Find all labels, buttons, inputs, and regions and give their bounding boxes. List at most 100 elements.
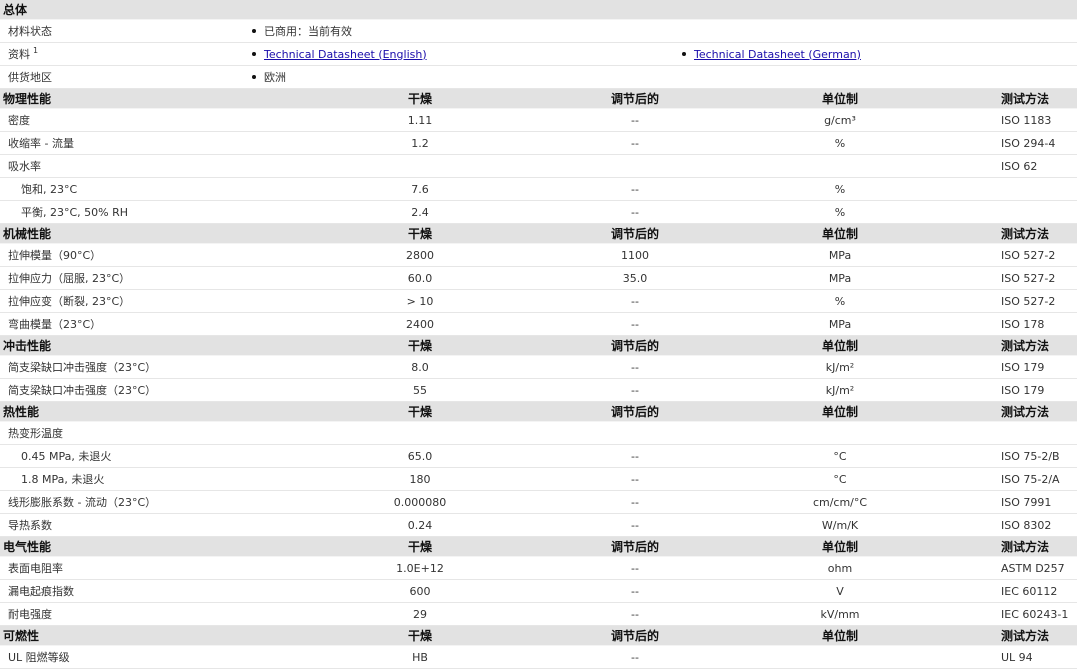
section-header-row: 热性能 干燥 调节后的 单位制 测试方法 <box>0 401 1077 422</box>
conditioned-value: -- <box>590 467 680 491</box>
property-name: 吸水率 <box>0 154 250 178</box>
dry-value: 55 <box>250 378 590 402</box>
test-method: ISO 294-4 <box>1000 131 1077 155</box>
test-method: ASTM D257 <box>1000 556 1077 580</box>
docs-label-cell: 资料 1 <box>0 42 250 66</box>
section-header-row: 电气性能 干燥 调节后的 单位制 测试方法 <box>0 536 1077 557</box>
property-row: 拉伸应变（断裂, 23°C） > 10 --% ISO 527-2 <box>0 289 1077 313</box>
conditioned-value <box>590 154 680 178</box>
conditioned-value: -- <box>590 200 680 224</box>
property-name: 导热系数 <box>0 513 250 537</box>
column-header-dry: 干燥 <box>250 223 590 244</box>
test-method: IEC 60112 <box>1000 579 1077 603</box>
doc-de-cell: Technical Datasheet (German) <box>680 42 1077 66</box>
property-name: 耐电强度 <box>0 602 250 626</box>
column-header-method: 测试方法 <box>1000 401 1077 422</box>
general-header-row: 总体 <box>0 0 1077 20</box>
test-method: ISO 1183 <box>1000 108 1077 132</box>
docs-footnote: 1 <box>33 46 39 56</box>
datasheet-table: 总体 材料状态 已商用：当前有效 资料 1 Technical Datasheet… <box>0 0 1077 669</box>
unit-value: % <box>680 289 1000 313</box>
section-title: 机械性能 <box>0 223 250 244</box>
section-header-row: 机械性能 干燥 调节后的 单位制 测试方法 <box>0 223 1077 244</box>
section-header-row: 物理性能 干燥 调节后的 单位制 测试方法 <box>0 88 1077 109</box>
conditioned-value: -- <box>590 513 680 537</box>
column-header-conditioned: 调节后的 <box>590 88 680 109</box>
dry-value: 2800 <box>250 243 590 267</box>
section-header-row: 可燃性 干燥 调节后的 单位制 测试方法 <box>0 625 1077 646</box>
property-row: 收缩率 - 流量 1.2 --% ISO 294-4 <box>0 131 1077 155</box>
column-header-dry: 干燥 <box>250 536 590 557</box>
property-row: 表面电阻率 1.0E+12 -- ohm ASTM D257 <box>0 556 1077 580</box>
unit-value: kJ/m² <box>680 355 1000 379</box>
docs-label: 资料 <box>8 48 30 61</box>
section-header-row: 冲击性能 干燥 调节后的 单位制 测试方法 <box>0 335 1077 356</box>
column-header-conditioned: 调节后的 <box>590 223 680 244</box>
conditioned-value: -- <box>590 177 680 201</box>
dry-value: 2.4 <box>250 200 590 224</box>
property-name: 拉伸应变（断裂, 23°C） <box>0 289 250 313</box>
property-row: 简支梁缺口冲击强度（23°C） 55 -- kJ/m² ISO 179 <box>0 378 1077 402</box>
test-method: ISO 178 <box>1000 312 1077 336</box>
property-row: 漏电起痕指数 600 -- V IEC 60112 <box>0 579 1077 603</box>
dry-value: 65.0 <box>250 444 590 468</box>
dry-value: 0.24 <box>250 513 590 537</box>
property-name: 线形膨胀系数 - 流动（23°C） <box>0 490 250 514</box>
region-label: 供货地区 <box>0 65 250 89</box>
conditioned-value <box>590 421 680 445</box>
property-name: 表面电阻率 <box>0 556 250 580</box>
column-header-unit: 单位制 <box>680 536 1000 557</box>
test-method: IEC 60243-1 <box>1000 602 1077 626</box>
column-header-conditioned: 调节后的 <box>590 401 680 422</box>
conditioned-value: -- <box>590 289 680 313</box>
test-method: ISO 527-2 <box>1000 289 1077 313</box>
section-title: 物理性能 <box>0 88 250 109</box>
section-title: 可燃性 <box>0 625 250 646</box>
dry-value: 60.0 <box>250 266 590 290</box>
dry-value: HB <box>250 645 590 669</box>
property-name: 拉伸应力（屈服, 23°C） <box>0 266 250 290</box>
dry-value: 8.0 <box>250 355 590 379</box>
column-header-method: 测试方法 <box>1000 536 1077 557</box>
property-row: UL 阻燃等级 HB -- UL 94 <box>0 645 1077 669</box>
conditioned-value: -- <box>590 131 680 155</box>
property-name: 弯曲模量（23°C） <box>0 312 250 336</box>
unit-value <box>680 645 1000 669</box>
column-header-dry: 干燥 <box>250 335 590 356</box>
unit-value: MPa <box>680 312 1000 336</box>
general-section-title: 总体 <box>0 0 1077 20</box>
column-header-conditioned: 调节后的 <box>590 335 680 356</box>
datasheet-german-link[interactable]: Technical Datasheet (German) <box>694 48 861 61</box>
test-method: ISO 527-2 <box>1000 243 1077 267</box>
dry-value: 0.000080 <box>250 490 590 514</box>
conditioned-value: 35.0 <box>590 266 680 290</box>
status-value: 已商用：当前有效 <box>264 25 352 38</box>
property-row: 1.8 MPa, 未退火 180 -- °C ISO 75-2/A <box>0 467 1077 491</box>
property-row: 耐电强度 29 -- kV/mm IEC 60243-1 <box>0 602 1077 626</box>
column-header-dry: 干燥 <box>250 88 590 109</box>
column-header-unit: 单位制 <box>680 88 1000 109</box>
unit-value: MPa <box>680 243 1000 267</box>
property-row: 线形膨胀系数 - 流动（23°C） 0.000080 -- cm/cm/°C ISO 7… <box>0 490 1077 514</box>
test-method: ISO 7991 <box>1000 490 1077 514</box>
unit-value <box>680 154 1000 178</box>
property-row: 简支梁缺口冲击强度（23°C） 8.0 -- kJ/m² ISO 179 <box>0 355 1077 379</box>
property-row: 0.45 MPa, 未退火 65.0 -- °C ISO 75-2/B <box>0 444 1077 468</box>
conditioned-value: -- <box>590 378 680 402</box>
unit-value: cm/cm/°C <box>680 490 1000 514</box>
dry-value: 7.6 <box>250 177 590 201</box>
column-header-conditioned: 调节后的 <box>590 536 680 557</box>
dry-value: 29 <box>250 602 590 626</box>
bullet-icon <box>252 75 256 79</box>
section-title: 电气性能 <box>0 536 250 557</box>
bullet-icon <box>252 51 256 56</box>
region-cell: 欧洲 <box>250 65 1077 89</box>
column-header-method: 测试方法 <box>1000 335 1077 356</box>
conditioned-value: -- <box>590 602 680 626</box>
datasheet-english-link[interactable]: Technical Datasheet (English) <box>264 48 427 61</box>
unit-value: MPa <box>680 266 1000 290</box>
conditioned-value: -- <box>590 645 680 669</box>
dry-value <box>250 421 590 445</box>
column-header-method: 测试方法 <box>1000 223 1077 244</box>
column-header-unit: 单位制 <box>680 625 1000 646</box>
